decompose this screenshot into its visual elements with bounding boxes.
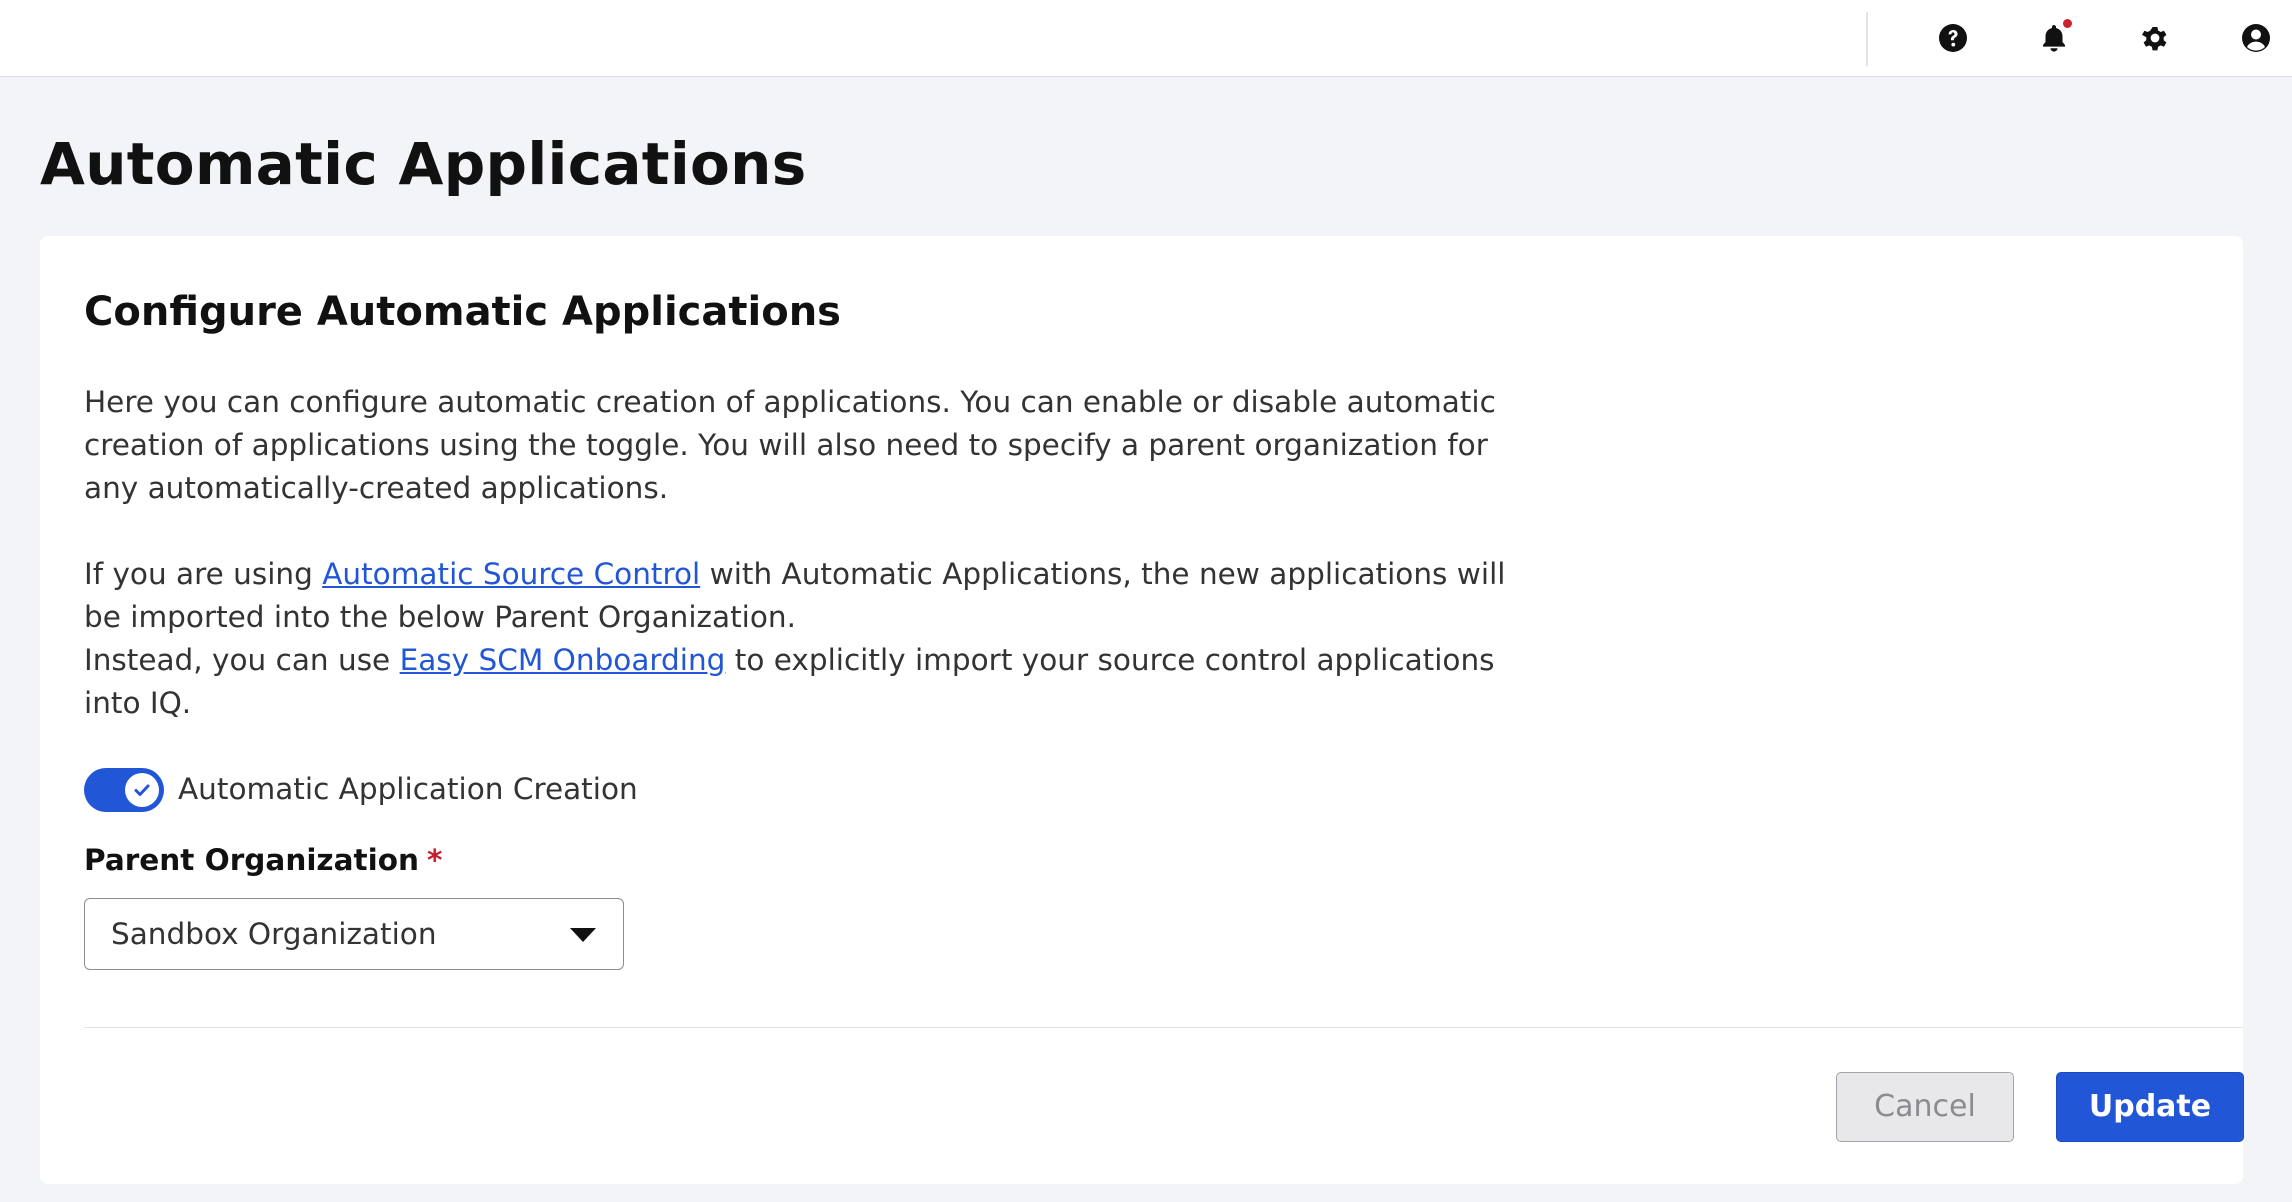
scm-onboarding-paragraph: Instead, you can use Easy SCM Onboarding… [84, 639, 1534, 725]
footer-divider [84, 1027, 2243, 1028]
help-icon[interactable] [1937, 22, 1969, 54]
topbar-divider [1866, 12, 1868, 66]
caret-down-icon [570, 928, 596, 942]
easy-scm-onboarding-link[interactable]: Easy SCM Onboarding [400, 643, 726, 677]
paragraph-text: Instead, you can use [84, 643, 400, 677]
page-title: Automatic Applications [40, 130, 807, 198]
required-marker: * [427, 843, 443, 877]
notification-dot [2061, 17, 2074, 30]
automatic-source-control-link[interactable]: Automatic Source Control [322, 557, 700, 591]
notification-bell-icon[interactable] [2038, 17, 2074, 54]
paragraph-text: If you are using [84, 557, 323, 591]
field-label-text: Parent Organization [84, 843, 419, 877]
user-account-icon[interactable] [2240, 22, 2272, 54]
card-title: Configure Automatic Applications [84, 289, 841, 335]
update-button[interactable]: Update [2056, 1072, 2244, 1142]
toggle-knob [125, 773, 159, 807]
source-control-paragraph: If you are using Automatic Source Contro… [84, 553, 1534, 639]
cancel-button[interactable]: Cancel [1836, 1072, 2014, 1142]
description-paragraph: Here you can configure automatic creatio… [84, 385, 1496, 505]
gear-icon[interactable] [2139, 22, 2171, 54]
automatic-application-creation-toggle[interactable] [84, 768, 164, 812]
parent-organization-select[interactable]: Sandbox Organization [84, 898, 624, 970]
configure-card: Configure Automatic Applications Here yo… [40, 236, 2244, 1184]
toggle-label: Automatic Application Creation [178, 772, 638, 806]
selected-organization: Sandbox Organization [111, 917, 437, 951]
checkmark-icon [134, 784, 150, 796]
top-bar [0, 0, 2292, 77]
parent-organization-label: Parent Organization * [84, 839, 442, 881]
